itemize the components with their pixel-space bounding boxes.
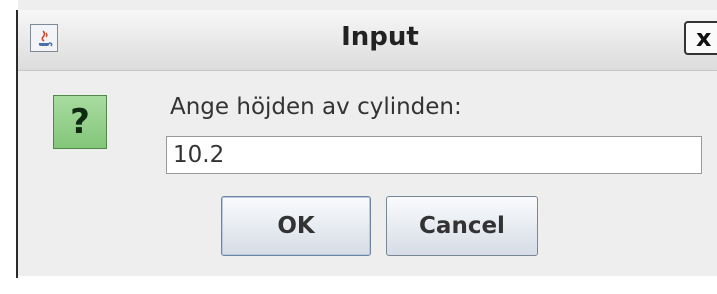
left-edge: [0, 0, 18, 294]
input-dialog: Input x ? Ange höjden av cylinden: OK Ca…: [0, 0, 717, 294]
window-title: Input: [341, 22, 419, 52]
ok-button[interactable]: OK: [221, 196, 371, 256]
height-input[interactable]: [166, 136, 702, 174]
close-icon: x: [696, 24, 712, 52]
bottom-edge: [18, 276, 717, 294]
cancel-button[interactable]: Cancel: [386, 196, 538, 256]
java-cup-icon: [30, 24, 58, 52]
close-button[interactable]: x: [684, 21, 717, 55]
question-icon: ?: [53, 95, 107, 149]
prompt-label: Ange höjden av cylinden:: [170, 94, 462, 120]
